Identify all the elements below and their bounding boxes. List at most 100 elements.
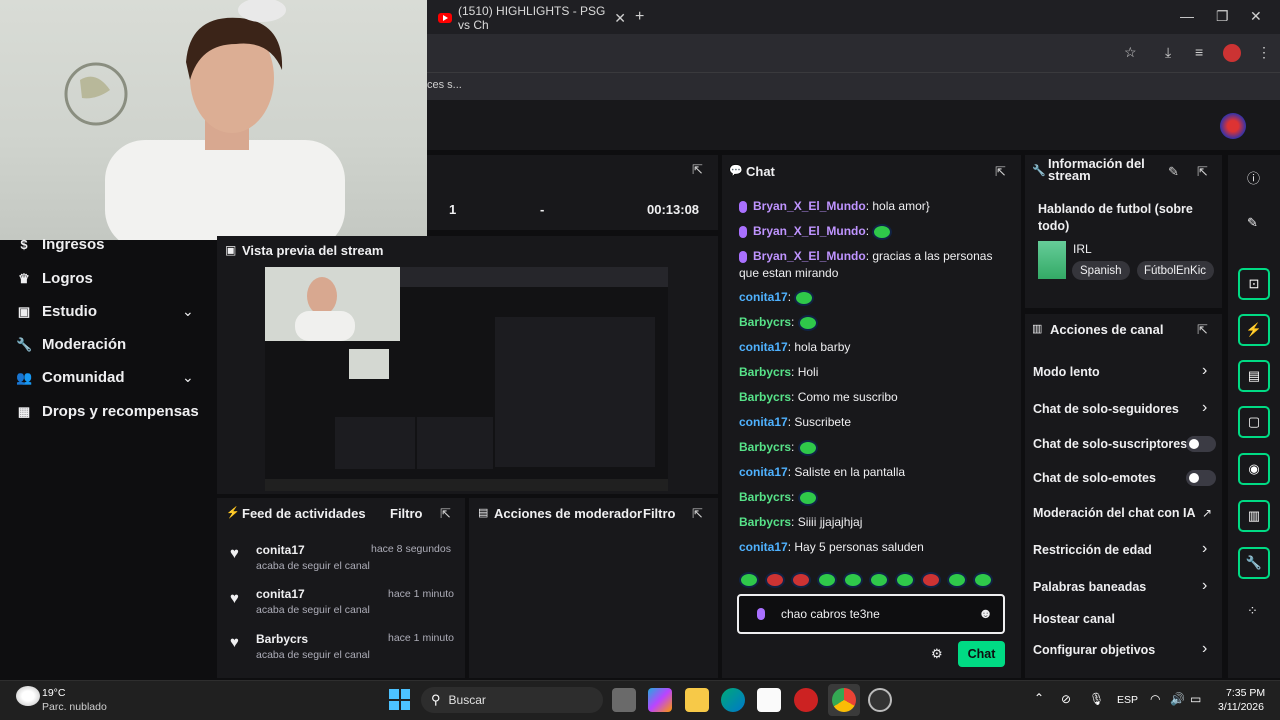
file-explorer-icon[interactable] xyxy=(685,688,709,712)
toggle-solo-emotes[interactable] xyxy=(1186,470,1216,486)
category-boxart[interactable] xyxy=(1038,241,1066,279)
chevron-right-icon[interactable]: › xyxy=(1202,362,1207,380)
chevron-right-icon[interactable]: › xyxy=(1202,399,1207,417)
taskbar-search[interactable]: ⚲ Buscar xyxy=(421,687,603,713)
wifi-icon[interactable]: ◠ xyxy=(1150,692,1160,706)
edit-pencil-icon[interactable]: ✎ xyxy=(1247,215,1258,231)
chat-username[interactable]: conita17 xyxy=(739,290,788,304)
action-hostear-canal[interactable]: Hostear canal xyxy=(1033,612,1115,626)
maximize-icon[interactable]: ❐ xyxy=(1216,8,1229,25)
network-off-icon[interactable]: ⊘ xyxy=(1061,692,1071,706)
store-icon[interactable] xyxy=(757,688,781,712)
edit-pencil-icon[interactable]: ✎ xyxy=(1168,164,1179,180)
popout-icon[interactable]: ⇱ xyxy=(440,506,451,522)
chat-input[interactable]: chao cabros te3ne ☻ xyxy=(737,594,1005,634)
lightning-icon[interactable]: ⚡ xyxy=(1238,314,1270,346)
feed-user[interactable]: conita17 xyxy=(256,543,305,557)
chat-username[interactable]: conita17 xyxy=(739,340,788,354)
chat-username[interactable]: Bryan_X_El_Mundo xyxy=(753,224,866,238)
copilot-icon[interactable] xyxy=(648,688,672,712)
emote-icon[interactable] xyxy=(817,572,837,588)
download-icon[interactable]: ⤓ xyxy=(1165,44,1171,61)
chevron-down-icon[interactable]: ⌄ xyxy=(182,369,194,386)
battery-icon[interactable]: ▭ xyxy=(1190,692,1201,706)
profile-avatar[interactable] xyxy=(1223,44,1241,62)
chat-username[interactable]: conita17 xyxy=(739,540,788,554)
sidebar-item-moderacion[interactable]: 🔧 Moderación xyxy=(16,336,126,353)
popout-icon[interactable]: ⇱ xyxy=(692,162,703,178)
popout-icon[interactable]: ⇱ xyxy=(1197,322,1208,338)
emote-icon[interactable] xyxy=(791,572,811,588)
chat-username[interactable]: Bryan_X_El_Mundo xyxy=(753,249,866,263)
chat-username[interactable]: conita17 xyxy=(739,465,788,479)
modactions-filter-button[interactable]: Filtro xyxy=(643,506,676,521)
notes-icon[interactable]: ▤ xyxy=(1238,360,1270,392)
chat-username[interactable]: Barbycrs xyxy=(739,515,791,529)
chevron-right-icon[interactable]: › xyxy=(1202,577,1207,595)
action-moderacion-ia[interactable]: Moderación del chat con IA xyxy=(1033,506,1196,520)
action-palabras-baneadas[interactable]: Palabras baneadas xyxy=(1033,580,1146,594)
broadcast-icon[interactable]: ◉ xyxy=(1238,453,1270,485)
user-avatar[interactable] xyxy=(1220,113,1246,139)
chat-username[interactable]: Barbycrs xyxy=(739,315,791,329)
popout-icon[interactable]: ⇱ xyxy=(692,506,703,522)
layout-icon[interactable]: ▥ xyxy=(1238,500,1270,532)
action-configurar-objetivos[interactable]: Configurar objetivos xyxy=(1033,643,1155,657)
clock-time[interactable]: 7:35 PM xyxy=(1226,687,1265,699)
sidebar-item-estudio[interactable]: ▣ Estudio xyxy=(16,303,97,320)
clip-icon[interactable]: ⊡ xyxy=(1238,268,1270,300)
extensions-icon[interactable]: ⁘ xyxy=(1247,603,1258,619)
browser-tab[interactable]: (1510) HIGHLIGHTS - PSG vs Ch ✕ xyxy=(430,4,626,32)
emote-icon[interactable] xyxy=(973,572,993,588)
chrome-icon[interactable] xyxy=(832,688,856,712)
toggle-solo-suscriptores[interactable] xyxy=(1186,436,1216,452)
close-tab-icon[interactable]: ✕ xyxy=(614,10,626,27)
app-icon[interactable] xyxy=(794,688,818,712)
emote-icon[interactable] xyxy=(947,572,967,588)
emote-icon[interactable] xyxy=(921,572,941,588)
windows-start-icon[interactable] xyxy=(389,689,410,710)
language-indicator[interactable]: ESP xyxy=(1117,694,1138,706)
action-solo-seguidores[interactable]: Chat de solo-seguidores xyxy=(1033,402,1179,416)
popout-icon[interactable]: ⇱ xyxy=(995,164,1006,180)
chat-username[interactable]: Barbycrs xyxy=(739,440,791,454)
microphone-icon[interactable] xyxy=(757,608,765,620)
minimize-icon[interactable]: — xyxy=(1180,8,1194,24)
emote-icon[interactable] xyxy=(797,439,818,456)
bookmark-partial[interactable]: ces s... xyxy=(427,79,462,91)
close-window-icon[interactable]: ✕ xyxy=(1250,8,1262,25)
category-name[interactable]: IRL xyxy=(1073,242,1092,256)
emote-icon[interactable] xyxy=(794,289,815,306)
chat-username[interactable]: Barbycrs xyxy=(739,365,791,379)
info-icon[interactable]: ⓘ xyxy=(1247,168,1260,187)
chevron-up-icon[interactable]: ⌃ xyxy=(1034,691,1044,705)
sidebar-item-drops[interactable]: ▦ Drops y recompensas xyxy=(16,403,199,420)
emote-icon[interactable] xyxy=(739,572,759,588)
chat-username[interactable]: Bryan_X_El_Mundo xyxy=(753,199,866,213)
weather-icon[interactable] xyxy=(16,686,40,706)
obs-icon[interactable] xyxy=(868,688,892,712)
chat-username[interactable]: Barbycrs xyxy=(739,490,791,504)
emote-icon[interactable] xyxy=(895,572,915,588)
chat-username[interactable]: conita17 xyxy=(739,415,788,429)
emote-icon[interactable] xyxy=(797,314,818,331)
sidebar-item-comunidad[interactable]: 👥 Comunidad xyxy=(16,369,125,386)
address-bar[interactable] xyxy=(427,34,1280,72)
sidebar-item-logros[interactable]: ♛ Logros xyxy=(16,270,93,287)
chat-send-button[interactable]: Chat xyxy=(958,641,1005,667)
chevron-right-icon[interactable]: › xyxy=(1202,640,1207,658)
new-tab-icon[interactable]: + xyxy=(635,8,644,26)
menu-dots-icon[interactable]: ⋮ xyxy=(1257,44,1271,61)
stream-preview-video[interactable] xyxy=(265,267,668,491)
emote-icon[interactable] xyxy=(843,572,863,588)
action-restriccion-edad[interactable]: Restricción de edad xyxy=(1033,543,1152,557)
action-modo-lento[interactable]: Modo lento xyxy=(1033,365,1100,379)
chat-icon[interactable]: ▢ xyxy=(1238,406,1270,438)
emote-icon[interactable] xyxy=(872,223,893,240)
sidebar-item-ingresos[interactable]: $ Ingresos xyxy=(16,236,104,253)
edge-icon[interactable] xyxy=(721,688,745,712)
tag-pill[interactable]: Spanish xyxy=(1072,261,1130,280)
task-view-icon[interactable] xyxy=(612,688,636,712)
emote-icon[interactable] xyxy=(869,572,889,588)
chevron-right-icon[interactable]: › xyxy=(1202,540,1207,558)
